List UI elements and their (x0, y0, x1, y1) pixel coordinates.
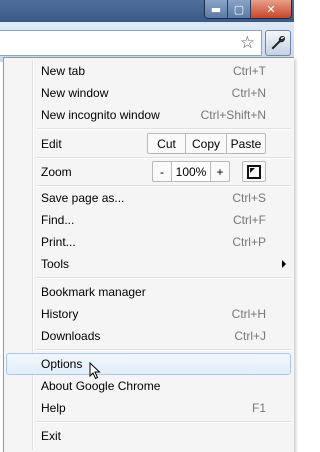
zoom-in-button[interactable]: + (210, 161, 230, 182)
menu-item-label: Edit (41, 137, 62, 151)
chrome-wrench-menu: New tab Ctrl+T New window Ctrl+N New inc… (3, 57, 294, 452)
menu-item-label: Save page as... (41, 191, 125, 205)
menu-item-shortcut: F1 (251, 401, 266, 415)
minimize-button[interactable]: ▬ (205, 0, 228, 18)
menu-separator (37, 128, 291, 130)
menu-item-tools[interactable]: Tools (6, 253, 291, 275)
close-icon: ✕ (266, 2, 276, 16)
menu-item-shortcut: Ctrl+F (233, 213, 266, 227)
menu-item-label: Exit (41, 429, 62, 443)
menu-item-exit[interactable]: Exit (6, 425, 291, 447)
menu-item-shortcut: Ctrl+S (232, 191, 266, 205)
zoom-level-value: 100% (171, 161, 211, 182)
menu-item-shortcut: Ctrl+P (232, 235, 266, 249)
menu-item-label: New incognito window (41, 108, 160, 122)
menu-item-downloads[interactable]: Downloads Ctrl+J (6, 325, 291, 347)
copy-button[interactable]: Copy (185, 133, 227, 154)
window-controls: ▬ ▢ ✕ (204, 0, 292, 19)
menu-item-bookmark-manager[interactable]: Bookmark manager (6, 281, 291, 303)
submenu-arrow-icon (282, 260, 286, 268)
maximize-button[interactable]: ▢ (228, 0, 251, 18)
menu-item-print[interactable]: Print... Ctrl+P (6, 231, 291, 253)
fullscreen-button[interactable] (242, 161, 266, 182)
menu-item-label: Bookmark manager (41, 285, 146, 299)
minimize-icon: ▬ (210, 2, 222, 16)
menu-row-zoom: Zoom - 100% + (6, 159, 291, 184)
menu-item-shortcut: Ctrl+J (234, 329, 266, 343)
menu-item-find[interactable]: Find... Ctrl+F (6, 209, 291, 231)
menu-item-about-google-chrome[interactable]: About Google Chrome (6, 375, 291, 397)
menu-separator (37, 421, 291, 423)
menu-item-options[interactable]: Options (6, 353, 291, 375)
menu-item-label: Find... (41, 213, 75, 227)
menu-item-new-window[interactable]: New window Ctrl+N (6, 82, 291, 104)
menu-item-label: Downloads (41, 329, 101, 343)
menu-separator (37, 349, 291, 351)
menu-item-save-page[interactable]: Save page as... Ctrl+S (6, 187, 291, 209)
menu-item-label: Options (41, 357, 83, 371)
edit-button-group: Cut Copy Paste (147, 133, 266, 154)
menu-item-shortcut: Ctrl+H (231, 307, 266, 321)
maximize-icon: ▢ (233, 2, 245, 16)
menu-item-label: New window (41, 86, 109, 100)
paste-button[interactable]: Paste (226, 133, 266, 154)
menu-item-new-tab[interactable]: New tab Ctrl+T (6, 60, 291, 82)
window-titlebar: ▬ ▢ ✕ (0, 0, 294, 22)
menu-item-label: About Google Chrome (41, 379, 161, 393)
zoom-out-button[interactable]: - (152, 161, 172, 182)
menu-item-history[interactable]: History Ctrl+H (6, 303, 291, 325)
menu-item-help[interactable]: Help F1 (6, 397, 291, 419)
menu-item-shortcut: Ctrl+N (231, 86, 266, 100)
address-bar[interactable]: ☆ (0, 30, 262, 56)
menu-item-label: New tab (41, 64, 86, 78)
menu-item-shortcut: Ctrl+T (233, 64, 266, 78)
menu-row-edit: Edit Cut Copy Paste (6, 131, 291, 156)
wrench-icon (271, 36, 285, 50)
bookmark-star-icon[interactable]: ☆ (240, 33, 255, 53)
menu-item-label: Print... (41, 235, 76, 249)
browser-toolbar: ☆ (0, 22, 294, 62)
menu-item-label: History (41, 307, 79, 321)
zoom-button-group: - 100% + (152, 161, 230, 182)
fullscreen-icon (247, 164, 261, 179)
menu-item-label: Help (41, 401, 66, 415)
wrench-menu-button[interactable] (265, 30, 291, 56)
menu-item-new-incognito-window[interactable]: New incognito window Ctrl+Shift+N (6, 104, 291, 126)
menu-item-label: Zoom (41, 165, 72, 179)
mouse-pointer-icon (89, 362, 101, 380)
menu-separator (37, 277, 291, 279)
menu-item-label: Tools (41, 257, 70, 271)
cut-button[interactable]: Cut (147, 133, 186, 154)
close-window-button[interactable]: ✕ (251, 0, 291, 18)
menu-item-shortcut: Ctrl+Shift+N (200, 108, 266, 122)
